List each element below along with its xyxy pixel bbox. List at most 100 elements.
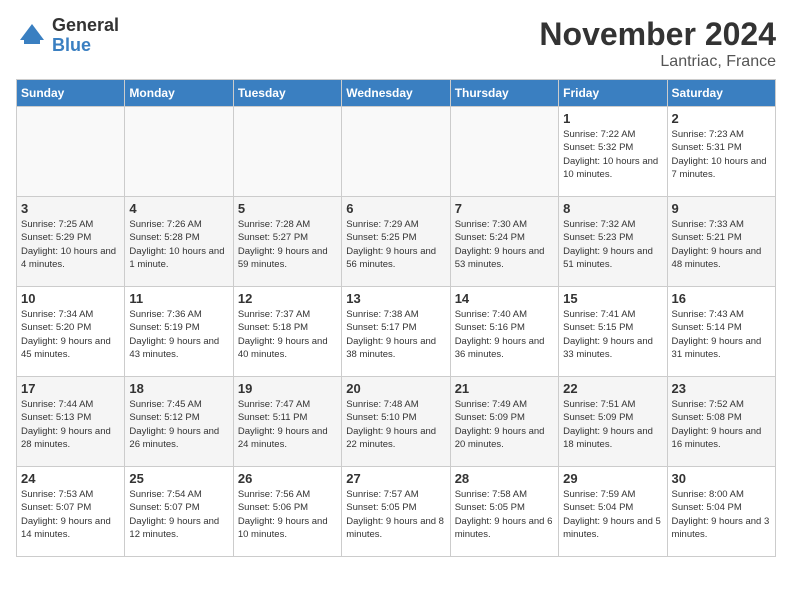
day-number: 11 — [129, 291, 228, 306]
day-info: Sunrise: 7:45 AM Sunset: 5:12 PM Dayligh… — [129, 398, 228, 451]
column-header-monday: Monday — [125, 80, 233, 107]
day-number: 3 — [21, 201, 120, 216]
logo-text: General Blue — [52, 16, 119, 56]
column-header-wednesday: Wednesday — [342, 80, 450, 107]
day-info: Sunrise: 7:47 AM Sunset: 5:11 PM Dayligh… — [238, 398, 337, 451]
title-area: November 2024 Lantriac, France — [539, 16, 776, 71]
calendar-cell: 23 Sunrise: 7:52 AM Sunset: 5:08 PM Dayli… — [667, 377, 775, 467]
calendar-cell: 28Sunrise: 7:58 AM Sunset: 5:05 PM Dayli… — [450, 467, 558, 557]
day-info: Sunrise: 7:44 AM Sunset: 5:13 PM Dayligh… — [21, 398, 120, 451]
day-info: Sunrise: 7:58 AM Sunset: 5:05 PM Dayligh… — [455, 488, 554, 541]
calendar-header-row: SundayMondayTuesdayWednesdayThursdayFrid… — [17, 80, 776, 107]
calendar-week-row: 10Sunrise: 7:34 AM Sunset: 5:20 PM Dayli… — [17, 287, 776, 377]
day-number: 24 — [21, 471, 120, 486]
day-info: Sunrise: 7:40 AM Sunset: 5:16 PM Dayligh… — [455, 308, 554, 361]
day-info: Sunrise: 7:52 AM Sunset: 5:08 PM Dayligh… — [672, 398, 771, 451]
calendar-cell — [125, 107, 233, 197]
day-number: 14 — [455, 291, 554, 306]
day-info: Sunrise: 7:33 AM Sunset: 5:21 PM Dayligh… — [672, 218, 771, 271]
column-header-saturday: Saturday — [667, 80, 775, 107]
calendar-cell: 25Sunrise: 7:54 AM Sunset: 5:07 PM Dayli… — [125, 467, 233, 557]
day-info: Sunrise: 7:28 AM Sunset: 5:27 PM Dayligh… — [238, 218, 337, 271]
day-info: Sunrise: 7:51 AM Sunset: 5:09 PM Dayligh… — [563, 398, 662, 451]
day-number: 23 — [672, 381, 771, 396]
column-header-sunday: Sunday — [17, 80, 125, 107]
day-number: 26 — [238, 471, 337, 486]
calendar-table: SundayMondayTuesdayWednesdayThursdayFrid… — [16, 79, 776, 557]
calendar-cell: 4 Sunrise: 7:26 AM Sunset: 5:28 PM Daylig… — [125, 197, 233, 287]
day-info: Sunrise: 7:49 AM Sunset: 5:09 PM Dayligh… — [455, 398, 554, 451]
day-number: 12 — [238, 291, 337, 306]
calendar-cell: 3 Sunrise: 7:25 AM Sunset: 5:29 PM Daylig… — [17, 197, 125, 287]
day-info: Sunrise: 7:53 AM Sunset: 5:07 PM Dayligh… — [21, 488, 120, 541]
day-number: 21 — [455, 381, 554, 396]
logo-icon — [16, 20, 48, 52]
calendar-cell: 30 Sunrise: 8:00 AM Sunset: 5:04 PM Dayli… — [667, 467, 775, 557]
day-info: Sunrise: 7:25 AM Sunset: 5:29 PM Dayligh… — [21, 218, 120, 271]
day-number: 25 — [129, 471, 228, 486]
day-number: 30 — [672, 471, 771, 486]
calendar-week-row: 24 Sunrise: 7:53 AM Sunset: 5:07 PM Dayli… — [17, 467, 776, 557]
day-info: Sunrise: 7:22 AM Sunset: 5:32 PM Dayligh… — [563, 128, 662, 181]
calendar-cell: 8 Sunrise: 7:32 AM Sunset: 5:23 PM Daylig… — [559, 197, 667, 287]
day-number: 9 — [672, 201, 771, 216]
calendar-week-row: 3 Sunrise: 7:25 AM Sunset: 5:29 PM Daylig… — [17, 197, 776, 287]
column-header-friday: Friday — [559, 80, 667, 107]
day-info: Sunrise: 7:32 AM Sunset: 5:23 PM Dayligh… — [563, 218, 662, 271]
calendar-cell: 12 Sunrise: 7:37 AM Sunset: 5:18 PM Dayli… — [233, 287, 341, 377]
day-info: Sunrise: 7:59 AM Sunset: 5:04 PM Dayligh… — [563, 488, 662, 541]
day-info: Sunrise: 7:41 AM Sunset: 5:15 PM Dayligh… — [563, 308, 662, 361]
logo-blue: Blue — [52, 36, 119, 56]
day-info: Sunrise: 7:37 AM Sunset: 5:18 PM Dayligh… — [238, 308, 337, 361]
day-info: Sunrise: 7:34 AM Sunset: 5:20 PM Dayligh… — [21, 308, 120, 361]
page-header: General Blue November 2024 Lantriac, Fra… — [16, 16, 776, 71]
calendar-cell: 6 Sunrise: 7:29 AM Sunset: 5:25 PM Daylig… — [342, 197, 450, 287]
day-number: 22 — [563, 381, 662, 396]
calendar-cell: 13Sunrise: 7:38 AM Sunset: 5:17 PM Dayli… — [342, 287, 450, 377]
calendar-cell: 2Sunrise: 7:23 AM Sunset: 5:31 PM Daylig… — [667, 107, 775, 197]
day-info: Sunrise: 7:30 AM Sunset: 5:24 PM Dayligh… — [455, 218, 554, 271]
day-info: Sunrise: 7:26 AM Sunset: 5:28 PM Dayligh… — [129, 218, 228, 271]
day-number: 15 — [563, 291, 662, 306]
day-number: 2 — [672, 111, 771, 126]
calendar-cell: 27Sunrise: 7:57 AM Sunset: 5:05 PM Dayli… — [342, 467, 450, 557]
calendar-cell: 24 Sunrise: 7:53 AM Sunset: 5:07 PM Dayli… — [17, 467, 125, 557]
calendar-cell: 11 Sunrise: 7:36 AM Sunset: 5:19 PM Dayli… — [125, 287, 233, 377]
day-number: 8 — [563, 201, 662, 216]
day-number: 20 — [346, 381, 445, 396]
day-info: Sunrise: 8:00 AM Sunset: 5:04 PM Dayligh… — [672, 488, 771, 541]
day-number: 17 — [21, 381, 120, 396]
day-number: 18 — [129, 381, 228, 396]
calendar-cell: 10Sunrise: 7:34 AM Sunset: 5:20 PM Dayli… — [17, 287, 125, 377]
day-info: Sunrise: 7:36 AM Sunset: 5:19 PM Dayligh… — [129, 308, 228, 361]
calendar-cell: 16Sunrise: 7:43 AM Sunset: 5:14 PM Dayli… — [667, 287, 775, 377]
calendar-cell — [17, 107, 125, 197]
calendar-cell: 1 Sunrise: 7:22 AM Sunset: 5:32 PM Daylig… — [559, 107, 667, 197]
day-number: 6 — [346, 201, 445, 216]
calendar-cell — [342, 107, 450, 197]
day-number: 13 — [346, 291, 445, 306]
day-number: 5 — [238, 201, 337, 216]
calendar-cell: 14 Sunrise: 7:40 AM Sunset: 5:16 PM Dayli… — [450, 287, 558, 377]
calendar-week-row: 17 Sunrise: 7:44 AM Sunset: 5:13 PM Dayli… — [17, 377, 776, 467]
day-number: 7 — [455, 201, 554, 216]
day-number: 16 — [672, 291, 771, 306]
day-number: 19 — [238, 381, 337, 396]
calendar-cell: 19 Sunrise: 7:47 AM Sunset: 5:11 PM Dayli… — [233, 377, 341, 467]
calendar-cell — [450, 107, 558, 197]
calendar-cell: 21 Sunrise: 7:49 AM Sunset: 5:09 PM Dayli… — [450, 377, 558, 467]
day-number: 27 — [346, 471, 445, 486]
month-title: November 2024 — [539, 16, 776, 53]
day-number: 29 — [563, 471, 662, 486]
calendar-cell: 20Sunrise: 7:48 AM Sunset: 5:10 PM Dayli… — [342, 377, 450, 467]
day-info: Sunrise: 7:56 AM Sunset: 5:06 PM Dayligh… — [238, 488, 337, 541]
day-number: 4 — [129, 201, 228, 216]
logo: General Blue — [16, 16, 119, 56]
day-number: 1 — [563, 111, 662, 126]
day-info: Sunrise: 7:29 AM Sunset: 5:25 PM Dayligh… — [346, 218, 445, 271]
column-header-thursday: Thursday — [450, 80, 558, 107]
calendar-cell: 17 Sunrise: 7:44 AM Sunset: 5:13 PM Dayli… — [17, 377, 125, 467]
calendar-week-row: 1 Sunrise: 7:22 AM Sunset: 5:32 PM Daylig… — [17, 107, 776, 197]
calendar-cell: 26 Sunrise: 7:56 AM Sunset: 5:06 PM Dayli… — [233, 467, 341, 557]
column-header-tuesday: Tuesday — [233, 80, 341, 107]
